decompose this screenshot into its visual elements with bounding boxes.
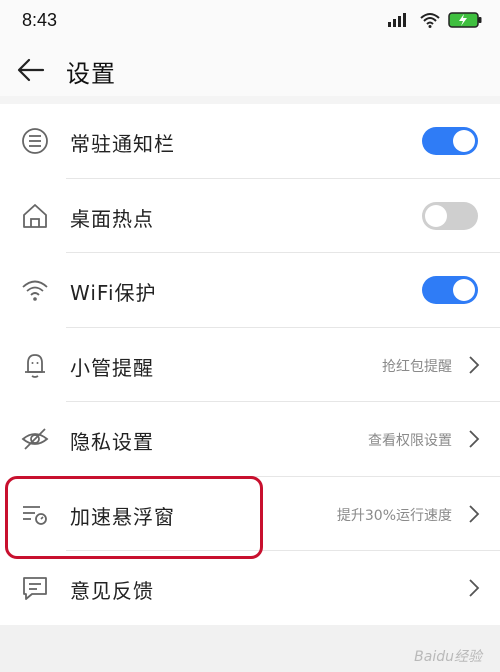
signal-icon [388, 13, 412, 27]
status-time: 8:43 [22, 10, 58, 30]
setting-row-speed-float-window[interactable]: 加速悬浮窗 提升30%运行速度 [0, 477, 500, 552]
battery-charging-icon [448, 12, 482, 28]
toggle-knob [453, 130, 475, 152]
header: 设置 [0, 44, 500, 96]
bottom-area: Baidu经验 [0, 625, 500, 672]
setting-value: 查看权限设置 [368, 433, 452, 449]
bell-person-icon [20, 350, 50, 380]
setting-value: 提升30%运行速度 [336, 507, 452, 524]
home-icon [20, 201, 50, 231]
toggle-knob [425, 204, 447, 227]
setting-row-privacy[interactable]: 隐私设置 查看权限设置 [0, 402, 500, 477]
setting-row-notification-bar[interactable]: 常驻通知栏 [0, 104, 500, 179]
back-arrow-icon[interactable] [16, 56, 46, 84]
chevron-right-icon [468, 355, 480, 375]
watermark: Baidu经验 [414, 649, 482, 665]
chevron-right-icon [468, 578, 480, 598]
setting-label: 小管提醒 [70, 355, 154, 380]
speed-list-icon [20, 499, 50, 529]
eye-off-icon [20, 424, 50, 454]
status-bar: 8:43 [0, 0, 500, 44]
chevron-right-icon [468, 429, 480, 449]
setting-value: 抢红包提醒 [382, 358, 452, 375]
setting-label: 加速悬浮窗 [70, 504, 175, 529]
setting-row-wifi-protection[interactable]: WiFi保护 [0, 253, 500, 328]
setting-label: 意见反馈 [70, 579, 154, 603]
settings-list: 常驻通知栏 桌面热点 WiFi保护 小管提醒 抢红包提醒 隐私设置 查看权限设置… [0, 104, 500, 626]
setting-label: 隐私设置 [70, 430, 154, 454]
wifi-status-icon [420, 12, 440, 28]
toggle-knob [453, 279, 475, 301]
desktop-hotspot-toggle[interactable] [422, 201, 478, 230]
feedback-icon [20, 573, 50, 603]
status-icons [388, 12, 482, 28]
setting-label: WiFi保护 [70, 281, 157, 305]
chevron-right-icon [468, 504, 480, 524]
list-circle-icon [20, 126, 50, 156]
wifi-icon [20, 275, 50, 305]
setting-row-desktop-hotspot[interactable]: 桌面热点 [0, 179, 500, 254]
wifi-protection-toggle[interactable] [422, 276, 478, 304]
setting-label: 桌面热点 [70, 206, 154, 231]
setting-label: 常驻通知栏 [70, 132, 175, 156]
notification-bar-toggle[interactable] [422, 127, 478, 155]
setting-row-reminder[interactable]: 小管提醒 抢红包提醒 [0, 328, 500, 403]
setting-row-feedback[interactable]: 意见反馈 [0, 551, 500, 626]
page-title: 设置 [66, 60, 116, 88]
